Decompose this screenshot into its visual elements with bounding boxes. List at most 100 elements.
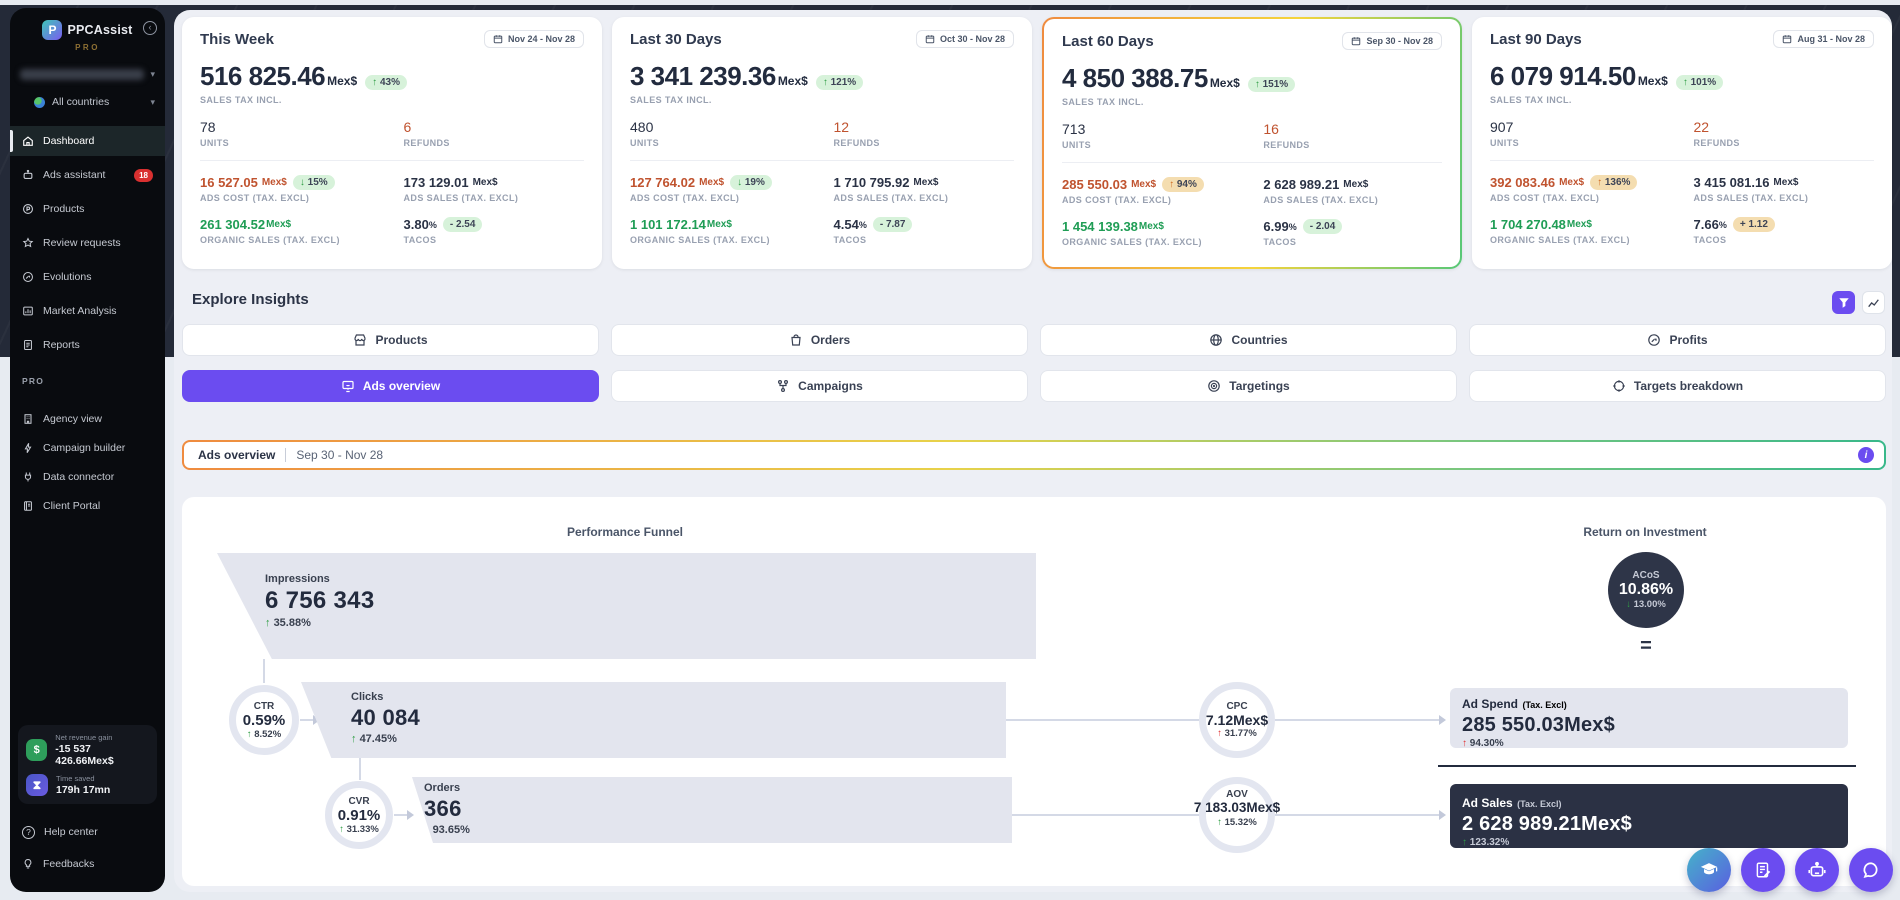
- sidebar-item-dashboard[interactable]: Dashboard: [10, 126, 165, 156]
- date-range-text: Aug 31 - Nov 28: [1797, 34, 1865, 44]
- date-range-text: Sep 30 - Nov 28: [1366, 36, 1433, 46]
- stat-card-last-30-days: Last 30 Days Oct 30 - Nov 28 3 341 239.3…: [612, 17, 1032, 269]
- sidebar-item-data-connector[interactable]: Data connector: [10, 464, 165, 490]
- ad-spend-box: Ad Spend (Tax. Excl) 285 550.03Mex$ ↑ 94…: [1450, 688, 1848, 749]
- sidebar-item-help-center[interactable]: ? Help center: [10, 818, 165, 846]
- up-arrow-icon: ↑: [372, 77, 378, 88]
- units-value: 907: [1490, 119, 1514, 135]
- ctr-label: CTR: [253, 700, 275, 712]
- total-sales-badge: ↑ 101%: [1675, 75, 1724, 90]
- ads-sales-value: 2 628 989.21: [1263, 177, 1340, 192]
- sidebar-item-label: Products: [43, 203, 85, 215]
- question-icon: ?: [22, 825, 35, 839]
- total-sales-value: 516 825.46: [200, 61, 326, 91]
- sidebar-item-label: Client Portal: [43, 500, 101, 512]
- ads-sales-value: 3 415 081.16: [1693, 175, 1770, 190]
- organic-sales-label: ORGANIC SALES (TAX. EXCL): [1490, 235, 1630, 245]
- sidebar-item-reports[interactable]: Reports: [10, 330, 165, 360]
- stat-card-this-week: This Week Nov 24 - Nov 28 516 825.46 Mex…: [182, 17, 602, 269]
- card-title: Last 60 Days: [1062, 32, 1154, 50]
- account-selector[interactable]: ▾: [20, 64, 155, 84]
- down-arrow-icon: ↓: [299, 177, 305, 188]
- insight-button-campaigns[interactable]: Campaigns: [611, 370, 1028, 402]
- clicks-label: Clicks: [351, 691, 384, 703]
- lightning-icon: [24, 443, 32, 453]
- refunds-label: REFUNDS: [1263, 140, 1310, 150]
- date-range-chip[interactable]: Nov 24 - Nov 28: [483, 30, 584, 48]
- bar-chart-icon: [23, 306, 33, 316]
- sidebar-pro-menu: Agency view Campaign builder Data connec…: [10, 406, 165, 522]
- up-arrow-icon: ↑: [265, 617, 271, 629]
- sidebar-item-agency-view[interactable]: Agency view: [10, 406, 165, 432]
- insight-button-label: Profits: [1669, 333, 1708, 347]
- sidebar-stats-card: $ Net revenue gain -15 537 426.66Mex$ ⧗ …: [18, 725, 157, 804]
- insight-button-targets-breakdown[interactable]: Targets breakdown: [1469, 370, 1886, 402]
- chart-view-button[interactable]: [1862, 291, 1885, 314]
- academy-button[interactable]: [1687, 848, 1731, 892]
- filter-button[interactable]: [1832, 291, 1855, 314]
- sidebar-item-client-portal[interactable]: Client Portal: [10, 493, 165, 519]
- acos-label: ACoS: [1632, 570, 1660, 581]
- calendar-icon: [1352, 37, 1361, 46]
- tacos-badge: - 2.04: [1302, 219, 1343, 234]
- total-sales-label: SALES TAX INCL.: [1490, 95, 1572, 105]
- acos-circle: ACoS 10.86% ↓ 13.00%: [1608, 552, 1684, 628]
- date-range-chip[interactable]: Sep 30 - Nov 28: [1342, 32, 1442, 50]
- calendar-icon: [925, 35, 935, 44]
- date-range-chip[interactable]: Oct 30 - Nov 28: [915, 30, 1014, 48]
- sidebar-item-campaign-builder[interactable]: Campaign builder: [10, 435, 165, 461]
- sidebar-item-products[interactable]: Products: [10, 194, 165, 224]
- total-sales-value: 6 079 914.50: [1490, 61, 1636, 91]
- cpc-circle: CPC 7.12Mex$ ↑ 31.77%: [1199, 682, 1275, 758]
- time-saved-stat: ⧗ Time saved 179h 17mn: [26, 774, 149, 796]
- chat-button[interactable]: [1849, 848, 1893, 892]
- ads-cost-badge: ↑ 94%: [1162, 177, 1204, 192]
- total-sales-label: SALES TAX INCL.: [630, 95, 712, 105]
- globe-icon: [1210, 334, 1223, 346]
- lightbulb-icon: [24, 859, 32, 869]
- total-sales-badge: ↑ 43%: [365, 75, 407, 90]
- sidebar-item-feedbacks[interactable]: Feedbacks: [10, 850, 165, 878]
- funnel-impressions-shape: Impressions 6 756 343 ↑ 35.88%: [217, 553, 1036, 659]
- stat-value: -15 537 426.66Mex$: [55, 743, 114, 767]
- refunds-value: 6: [403, 119, 412, 135]
- sidebar-item-evolutions[interactable]: Evolutions: [10, 262, 165, 292]
- refunds-value: 12: [833, 119, 850, 135]
- info-icon[interactable]: i: [1858, 447, 1874, 463]
- sidebar-item-market-analysis[interactable]: Market Analysis: [10, 296, 165, 326]
- ads-cost-value: 392 083.46: [1490, 175, 1556, 190]
- insight-button-profits[interactable]: Profits: [1469, 324, 1886, 356]
- sidebar-item-review-requests[interactable]: Review requests: [10, 228, 165, 258]
- acos-value: 10.86%: [1618, 581, 1674, 598]
- total-sales-value: 3 341 239.36: [630, 61, 776, 91]
- up-arrow-icon: ↑: [339, 823, 344, 835]
- funnel-orders-shape: Orders 366 ↑ 93.65%: [412, 777, 1012, 843]
- up-arrow-icon: ↑: [822, 77, 828, 88]
- impressions-value: 6 756 343: [265, 587, 375, 614]
- notes-button[interactable]: [1741, 848, 1785, 892]
- sidebar-item-ads-assistant[interactable]: Ads assistant 18: [10, 160, 165, 190]
- insight-button-orders[interactable]: Orders: [611, 324, 1028, 356]
- calendar-icon: [493, 35, 503, 44]
- organic-sales-label: ORGANIC SALES (TAX. EXCL): [630, 235, 770, 245]
- insight-button-countries[interactable]: Countries: [1040, 324, 1457, 356]
- ads-cost-badge: ↓ 15%: [292, 175, 335, 190]
- up-arrow-icon: ↑: [1462, 837, 1467, 848]
- ctr-delta: ↑ 8.52%: [246, 728, 282, 740]
- insight-button-products[interactable]: Products: [182, 324, 599, 356]
- aov-metric: AOV 7 183.03Mex$ ↑ 15.32%: [1183, 789, 1291, 828]
- sidebar-collapse-icon[interactable]: ‹: [143, 21, 157, 35]
- net-revenue-gain-stat: $ Net revenue gain -15 537 426.66Mex$: [26, 733, 149, 767]
- insight-button-targetings[interactable]: Targetings: [1040, 370, 1457, 402]
- country-selector[interactable]: All countries ▾: [34, 92, 155, 112]
- insight-button-ads-overview[interactable]: Ads overview: [182, 370, 599, 402]
- ads-cost-value: 127 764.02: [630, 175, 696, 190]
- stat-label: Net revenue gain: [55, 733, 113, 742]
- up-arrow-icon: ↑: [424, 824, 430, 836]
- brand-logo: P PPCAssist ‹: [10, 20, 165, 40]
- assistant-button[interactable]: [1795, 848, 1839, 892]
- dollar-icon: $: [26, 739, 48, 761]
- ads-overview-bar-title: Ads overview: [198, 448, 276, 462]
- chevron-down-icon: ▾: [150, 96, 155, 107]
- date-range-chip[interactable]: Aug 31 - Nov 28: [1773, 30, 1874, 48]
